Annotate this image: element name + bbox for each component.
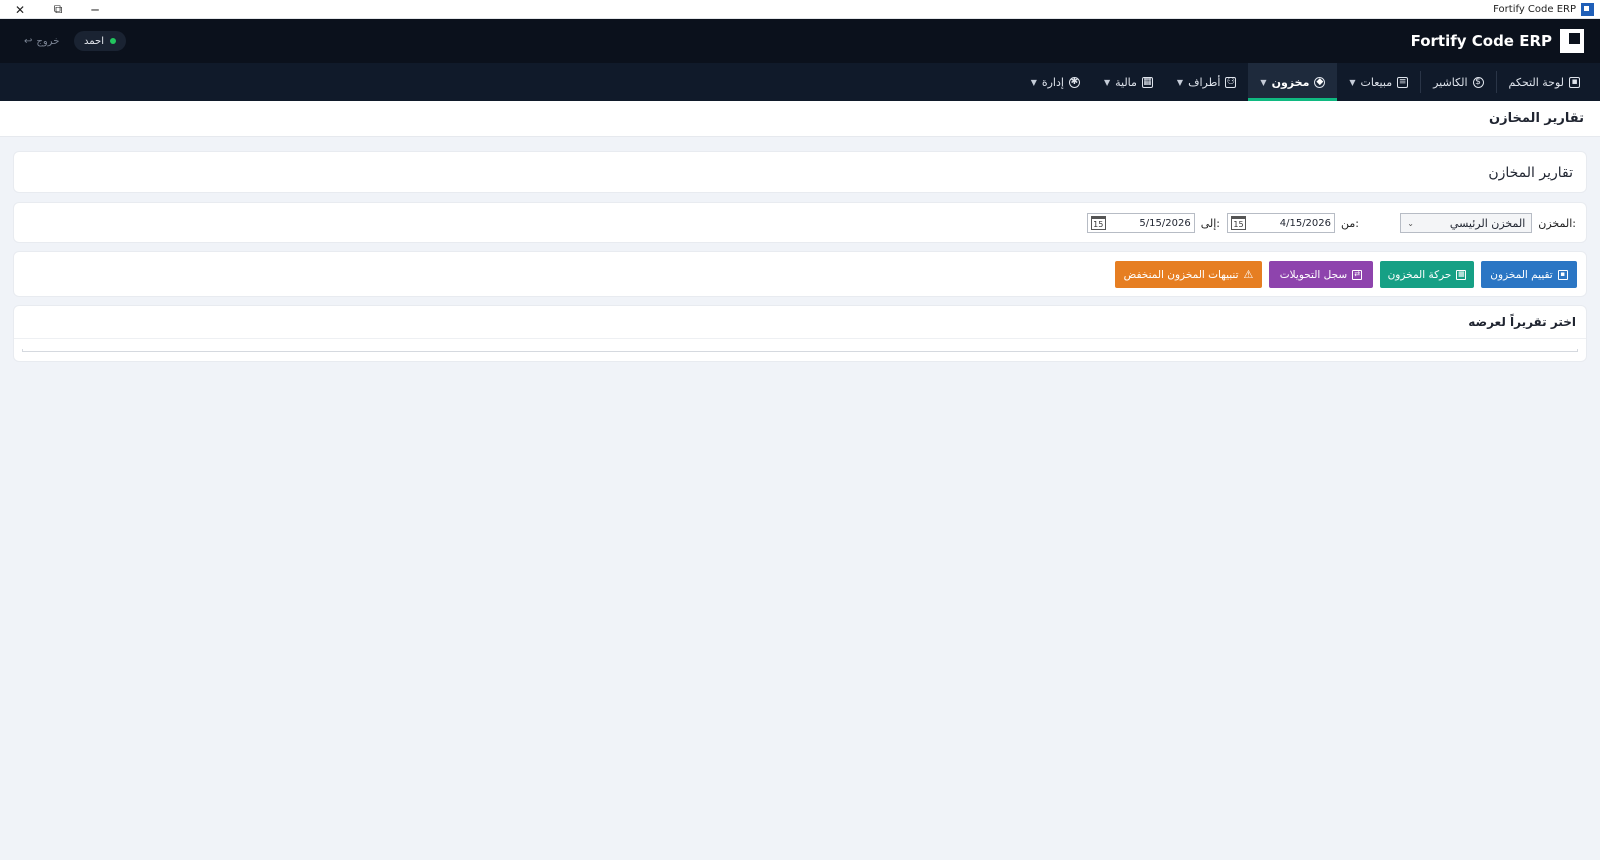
warehouse-filter: المخزن: المخزن الرئيسي ⌄ (1400, 213, 1576, 233)
divider (14, 338, 1586, 339)
report-result-card: اختر تقريراً لعرضه (13, 305, 1587, 362)
logout-label: خروج (36, 35, 60, 47)
button-label: حركة المخزون (1387, 268, 1452, 281)
calendar-icon[interactable]: 15 (1090, 216, 1106, 230)
nav-item-parties[interactable]: ⚇ أطراف ▼ (1165, 63, 1249, 101)
from-date-filter: من: 15 4/15/2026 (1227, 213, 1359, 233)
restore-icon[interactable]: ⧉ (39, 0, 77, 19)
nav-item-label: أطراف (1188, 75, 1221, 89)
brand-logo-icon (1560, 29, 1584, 53)
gear-icon: ✱ (1068, 76, 1080, 88)
nav-item-label: مخزون (1271, 75, 1310, 89)
nav-item-label: مالية (1115, 75, 1137, 89)
nav-item-label: الكاشير (1433, 75, 1468, 89)
nav-item-label: إدارة (1041, 75, 1064, 89)
logout-icon: ↩ (24, 35, 33, 47)
filters-card: المخزن: المخزن الرئيسي ⌄ من: 15 4/15/202… (13, 202, 1587, 243)
chevron-down-icon: ▼ (1030, 77, 1037, 87)
chevron-down-icon: ▼ (1176, 77, 1184, 87)
section-title: تقارير المخازن (1488, 165, 1573, 181)
warning-icon: ⚠ (1243, 268, 1254, 281)
to-date-picker[interactable]: 15 5/15/2026 (1086, 213, 1195, 233)
receipt-icon: ≡ (1397, 76, 1409, 88)
from-date-value: 4/15/2026 (1279, 217, 1332, 229)
low-stock-alerts-button[interactable]: ⚠ تنبيهات المخزون المنخفض (1115, 261, 1262, 288)
window-title-text: Fortify Code ERP (1493, 4, 1576, 15)
section-header-card: تقارير المخازن (13, 151, 1587, 193)
nav-item-cashier[interactable]: $ الكاشير (1421, 63, 1495, 101)
to-date-value: 5/15/2026 (1139, 217, 1191, 229)
result-placeholder-title: اختر تقريراً لعرضه (1468, 315, 1576, 329)
nav-item-inventory[interactable]: ◆ مخزون ▼ (1248, 63, 1338, 101)
ledger-icon: ▦ (1141, 76, 1153, 88)
page-header: تقارير المخازن (0, 101, 1600, 137)
report-content-area (22, 349, 1578, 352)
to-label: إلى: (1200, 216, 1220, 230)
inventory-valuation-button[interactable]: ▪ تقييم المخزون (1481, 261, 1577, 288)
user-name: احمد (84, 35, 104, 47)
window-titlebar: ✕ ⧉ ─ Fortify Code ERP (0, 0, 1600, 19)
calendar-icon[interactable]: 15 (1231, 216, 1247, 230)
minimize-icon[interactable]: ─ (76, 0, 114, 19)
chart-icon: ▦ (1456, 269, 1467, 280)
nav-item-label: مبيعات (1360, 75, 1393, 89)
close-icon[interactable]: ✕ (1, 0, 39, 19)
to-date-filter: إلى: 15 5/15/2026 (1086, 213, 1220, 233)
chevron-down-icon: ⌄ (1407, 218, 1414, 228)
chevron-down-icon: ▼ (1103, 77, 1111, 87)
report-buttons-card: ▪ تقييم المخزون ▦ حركة المخزون ⇄ سجل الت… (13, 251, 1587, 297)
inventory-movement-button[interactable]: ▦ حركة المخزون (1380, 261, 1474, 288)
nav-item-dashboard[interactable]: ▪ لوحة التحكم (1497, 63, 1592, 101)
dashboard-icon: ▪ (1569, 76, 1580, 88)
button-label: سجل التحويلات (1279, 268, 1348, 281)
button-label: تقييم المخزون (1490, 268, 1553, 281)
nav-item-finance[interactable]: ▦ مالية ▼ (1092, 63, 1165, 101)
window-title: Fortify Code ERP (1493, 0, 1594, 19)
chevron-down-icon: ▼ (1349, 77, 1356, 87)
transfers-log-button[interactable]: ⇄ سجل التحويلات (1269, 261, 1373, 288)
from-date-picker[interactable]: 15 4/15/2026 (1227, 213, 1336, 233)
brand: Fortify Code ERP (1411, 19, 1584, 63)
app-header: Fortify Code ERP احمد خروج ↩ (0, 19, 1600, 63)
main-nav: ▪ لوحة التحكم $ الكاشير ≡ مبيعات ▼ ◆ مخز… (0, 63, 1600, 101)
transfer-icon: ⇄ (1352, 269, 1363, 280)
warehouse-value: المخزن الرئيسي (1449, 216, 1526, 230)
box-icon: ◆ (1314, 76, 1326, 88)
people-icon: ⚇ (1225, 76, 1237, 88)
nav-item-admin[interactable]: ✱ إدارة ▼ (1019, 63, 1092, 101)
app-logo-icon (1581, 3, 1594, 16)
logout-button[interactable]: خروج ↩ (24, 31, 59, 51)
valuation-icon: ▪ (1557, 269, 1568, 280)
user-badge[interactable]: احمد (74, 31, 126, 51)
brand-name: Fortify Code ERP (1410, 32, 1552, 50)
nav-item-sales[interactable]: ≡ مبيعات ▼ (1337, 63, 1420, 101)
warehouse-select[interactable]: المخزن الرئيسي ⌄ (1400, 213, 1533, 233)
online-status-icon (110, 38, 116, 44)
nav-item-label: لوحة التحكم (1508, 75, 1564, 89)
from-label: من: (1341, 216, 1359, 230)
chevron-down-icon: ▼ (1260, 77, 1267, 87)
page-title: تقارير المخازن (1489, 111, 1584, 126)
warehouse-label: المخزن: (1538, 216, 1576, 230)
cashier-icon: $ (1472, 76, 1484, 88)
button-label: تنبيهات المخزون المنخفض (1123, 268, 1239, 281)
